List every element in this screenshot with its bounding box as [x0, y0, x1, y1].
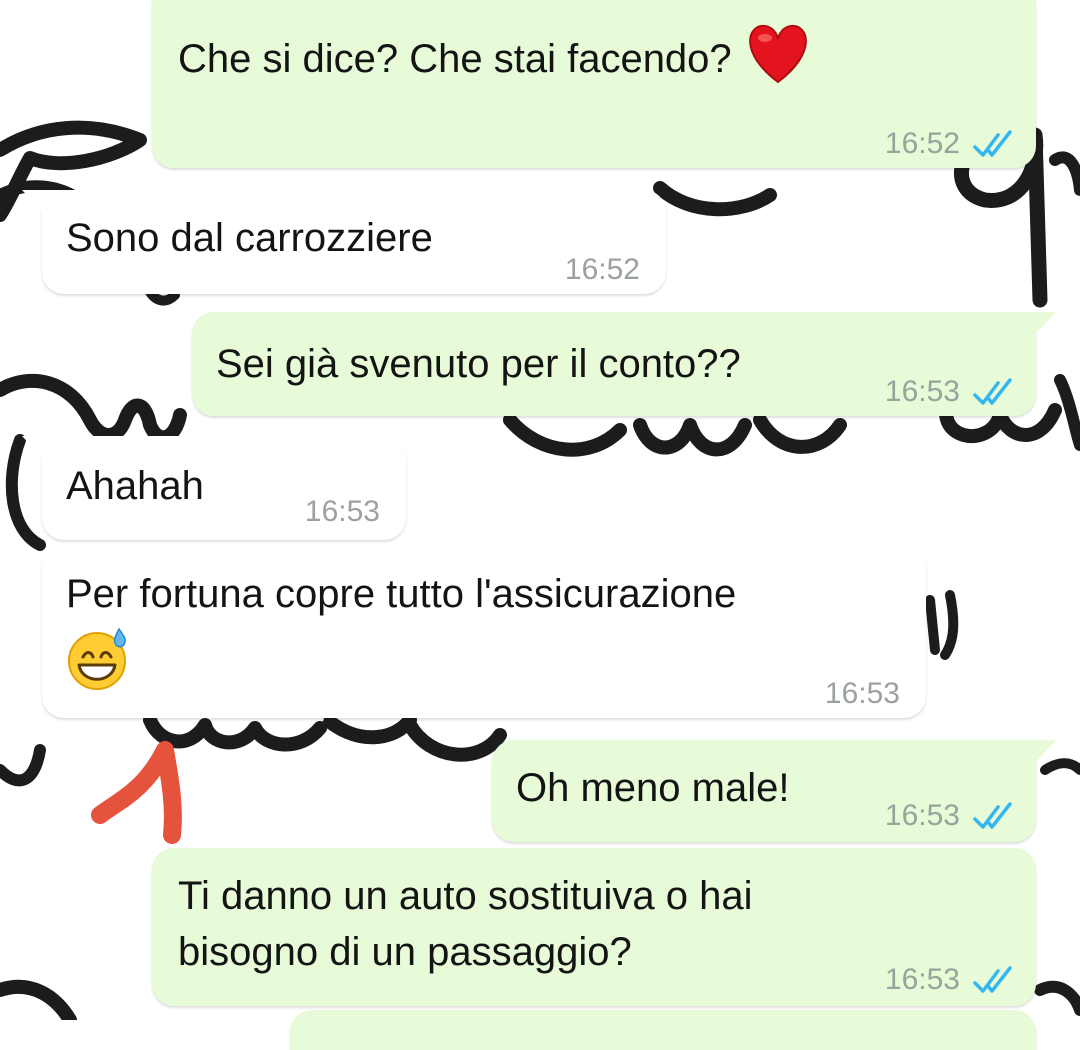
message-text: Oh meno male! — [516, 766, 790, 810]
message-bubble-outgoing[interactable]: Oh meno male! 16:53 — [492, 740, 1056, 842]
message-bubble-incoming[interactable]: Per fortuna copre tutto l'assicurazione … — [42, 544, 926, 718]
message-bubble-outgoing-partial — [290, 1010, 1036, 1050]
message-timestamp: 16:53 — [884, 799, 960, 832]
bubble-tail — [1020, 312, 1056, 342]
double-check-read-icon — [973, 966, 1012, 993]
message-text: Ahahah — [66, 464, 204, 508]
double-check-read-icon — [973, 802, 1012, 829]
bubble-tail — [22, 190, 58, 220]
grinning-face-with-sweat-icon — [66, 626, 132, 707]
message-bubble-outgoing[interactable]: Che si dice? Che stai facendo? 16:52 — [152, 0, 1036, 168]
message-text-line-1: Ti danno un auto sostituiva o hai — [178, 874, 753, 918]
red-heart-icon — [743, 22, 813, 101]
message-text-line-2: bisogno di un passaggio? — [178, 930, 632, 974]
message-text: Sei già svenuto per il conto?? — [216, 342, 741, 386]
message-text: Per fortuna copre tutto l'assicurazione — [66, 572, 737, 616]
message-timestamp: 16:53 — [304, 495, 380, 528]
message-timestamp: 16:53 — [884, 375, 960, 408]
message-bubble-outgoing[interactable]: Sei già svenuto per il conto?? 16:53 — [192, 312, 1056, 416]
double-check-read-icon — [973, 378, 1012, 405]
message-timestamp: 16:52 — [564, 253, 640, 286]
bubble-tail — [1020, 740, 1056, 770]
double-check-read-icon — [973, 130, 1012, 157]
message-bubble-incoming[interactable]: Sono dal carrozziere 16:52 — [22, 190, 666, 294]
message-timestamp: 16:53 — [824, 677, 900, 710]
message-timestamp: 16:53 — [884, 963, 960, 996]
message-bubble-incoming[interactable]: Ahahah 16:53 — [22, 436, 406, 540]
message-text: Sono dal carrozziere — [66, 216, 433, 260]
message-timestamp: 16:52 — [884, 127, 960, 160]
red-annotation-arrow — [91, 741, 182, 844]
message-text: Che si dice? Che stai facendo? — [178, 37, 732, 82]
bubble-tail — [22, 436, 58, 466]
message-bubble-outgoing[interactable]: Ti danno un auto sostituiva o hai bisogn… — [152, 848, 1036, 1006]
